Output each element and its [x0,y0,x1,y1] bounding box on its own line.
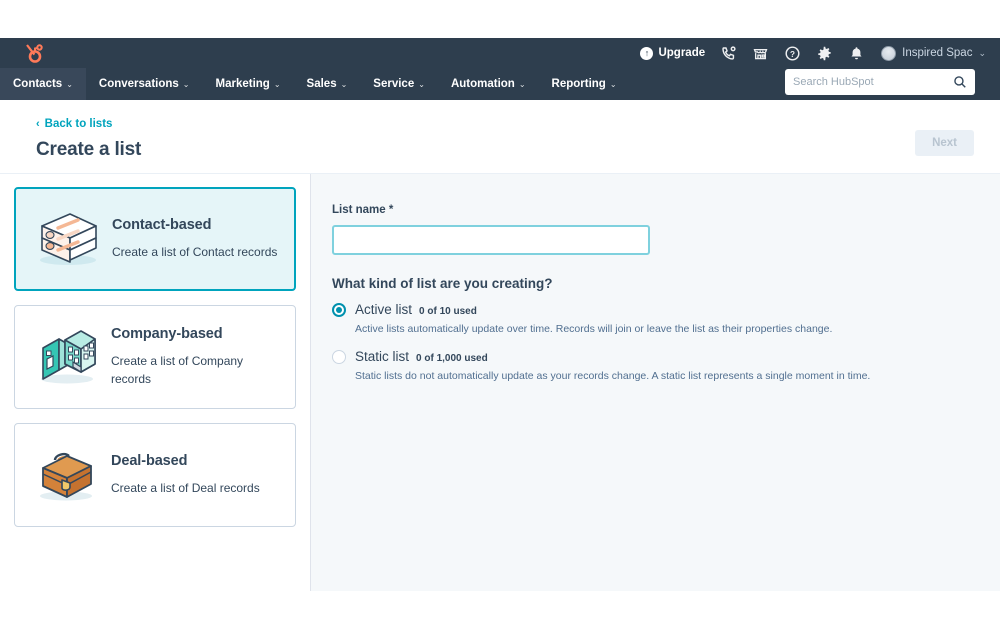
radio-block-static-list: Static list 0 of 1,000 used Static lists… [332,349,1000,383]
option-description: Create a list of Deal records [111,480,260,495]
radio-button-active-list[interactable] [332,303,346,317]
list-type-options-panel: Contact-based Create a list of Contact r… [0,174,311,591]
nav-tab-label: Marketing [215,78,270,90]
list-details-form-panel: List name * What kind of list are you cr… [311,174,1000,591]
marketplace-icon[interactable] [751,44,769,62]
option-card-text: Contact-based Create a list of Contact r… [112,217,282,261]
option-card-deal-based[interactable]: Deal-based Create a list of Deal records [14,423,296,527]
back-link-label: Back to lists [44,118,113,130]
nav-tab-contacts[interactable]: Contacts ⌄ [0,68,86,100]
option-card-company-based[interactable]: Company-based Create a list of Company r… [14,305,296,409]
list-name-input[interactable] [332,225,650,255]
global-search[interactable] [785,69,975,95]
radio-main-static-list: Static list 0 of 1,000 used [355,349,488,364]
nav-tab-conversations[interactable]: Conversations ⌄ [86,68,203,100]
radio-main-active-list: Active list 0 of 10 used [355,302,477,317]
upgrade-label: Upgrade [658,47,706,59]
nav-tab-automation[interactable]: Automation ⌄ [438,68,539,100]
list-kind-question: What kind of list are you creating? [332,276,553,291]
list-name-label: List name * [332,204,394,216]
search-icon[interactable] [953,75,967,89]
chevron-down-icon: ⌄ [418,79,425,89]
call-icon[interactable] [719,44,737,62]
settings-gear-icon[interactable] [815,44,833,62]
page-header: ‹ Back to lists Create a list Next [0,100,1000,174]
radio-option-active-list[interactable]: Active list 0 of 10 used [332,302,1000,317]
avatar [881,45,897,61]
nav-tab-sales[interactable]: Sales ⌄ [294,68,361,100]
global-nav-tabs-row: Contacts ⌄ Conversations ⌄ Marketing ⌄ S… [0,68,1000,100]
option-description: Create a list of Company records [111,354,244,386]
search-input[interactable] [793,76,953,88]
radio-option-static-list[interactable]: Static list 0 of 1,000 used [332,349,1000,365]
radio-label: Active list [355,302,413,317]
option-title: Deal-based [111,452,188,469]
svg-text:?: ? [790,50,795,59]
global-nav-actions: ↑ Upgrade ? Inspired Spac ⌄ [640,38,986,68]
option-card-text: Company-based Create a list of Company r… [111,326,283,387]
chevron-down-icon: ⌄ [273,79,281,89]
radio-block-active-list: Active list 0 of 10 used Active lists au… [332,302,1000,336]
global-nav-top-row: ↑ Upgrade ? Inspired Spac ⌄ [0,38,1000,68]
chevron-down-icon: ⌄ [66,79,73,89]
browser-chrome-strip [0,0,1000,38]
back-to-lists-link[interactable]: ‹ Back to lists [36,118,112,130]
nav-tab-label: Automation [450,78,515,90]
primary-nav-tabs: Contacts ⌄ Conversations ⌄ Marketing ⌄ S… [0,68,630,100]
usage-count: 0 of 1,000 used [416,353,488,365]
chevron-left-icon: ‹ [36,118,40,130]
radio-button-static-list[interactable] [332,350,346,365]
option-card-contact-based[interactable]: Contact-based Create a list of Contact r… [14,187,296,291]
chevron-down-icon: ⌄ [182,79,190,89]
nav-tab-label: Conversations [98,78,179,90]
usage-count: 0 of 10 used [419,306,477,317]
chevron-down-icon: ⌄ [340,79,348,89]
notifications-bell-icon[interactable] [847,44,865,62]
contact-records-illustration [28,208,106,270]
chevron-down-icon: ⌄ [978,47,986,58]
nav-tab-reporting[interactable]: Reporting ⌄ [539,68,630,100]
chevron-down-icon: ⌄ [609,79,617,89]
help-icon[interactable]: ? [783,44,801,62]
option-title: Contact-based [112,216,212,233]
nav-tab-label: Contacts [13,78,63,90]
account-name: Inspired Spac [902,47,973,59]
global-navigation-bar: ↑ Upgrade ? Inspired Spac ⌄ Contacts ⌄ C… [0,38,1000,100]
upgrade-button[interactable]: ↑ Upgrade [640,46,706,60]
radio-description: Static lists do not automatically update… [355,370,871,383]
option-card-text: Deal-based Create a list of Deal records [111,453,283,497]
account-menu[interactable]: Inspired Spac ⌄ [881,45,986,61]
page-title: Create a list [36,139,142,160]
nav-tab-label: Sales [306,78,337,90]
chevron-down-icon: ⌄ [518,79,526,89]
company-buildings-illustration [27,326,105,388]
upgrade-arrow-icon: ↑ [640,46,654,60]
nav-tab-label: Service [373,78,415,90]
nav-tab-marketing[interactable]: Marketing ⌄ [203,68,294,100]
radio-description: Active lists automatically update over t… [355,323,833,335]
nav-tab-service[interactable]: Service ⌄ [360,68,438,100]
deal-briefcase-illustration [27,444,105,506]
radio-label: Static list [355,349,410,365]
option-title: Company-based [111,326,223,343]
next-button[interactable]: Next [915,130,974,156]
nav-tab-label: Reporting [551,78,606,90]
list-kind-radio-group: Active list 0 of 10 used Active lists au… [332,302,1000,383]
page-content: Contact-based Create a list of Contact r… [0,174,1000,591]
option-description: Create a list of Contact records [112,244,278,259]
hubspot-logo[interactable] [22,43,44,63]
